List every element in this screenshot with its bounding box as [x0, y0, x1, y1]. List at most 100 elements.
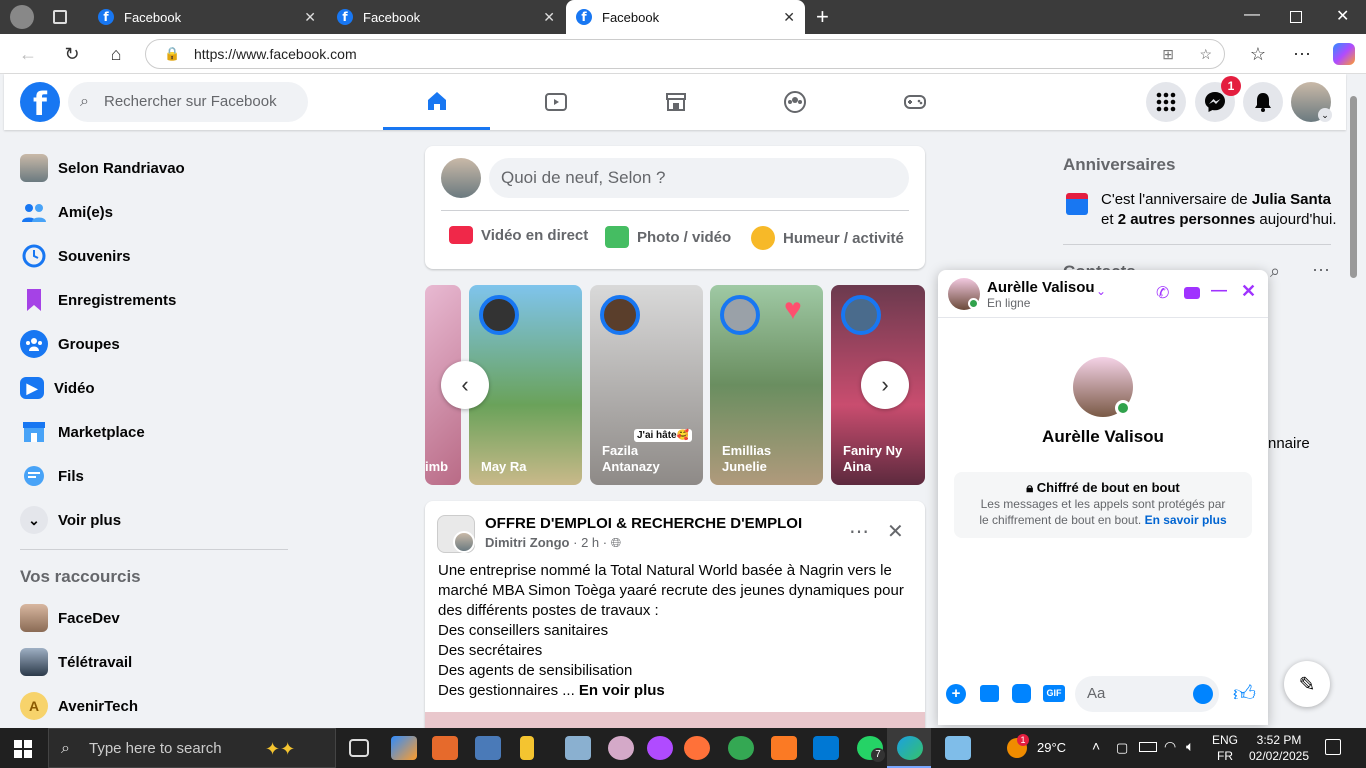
- favorites-icon[interactable]: ☆: [1246, 42, 1270, 66]
- app-icon[interactable]: [565, 736, 591, 760]
- story-card[interactable]: J'ai hâte🥰 Fazila Antanazy: [590, 285, 703, 485]
- restore-icon[interactable]: [1290, 11, 1302, 23]
- sidebar-item-saved[interactable]: Enregistrements: [20, 280, 176, 320]
- hide-post-icon[interactable]: ✕: [887, 519, 904, 544]
- volume-icon[interactable]: 🔈︎: [1186, 738, 1194, 755]
- browser-tab[interactable]: f Facebook ✕: [88, 0, 326, 34]
- sticker-icon[interactable]: [1012, 684, 1031, 703]
- close-tab-icon[interactable]: ✕: [783, 9, 795, 26]
- taskbar-search-input[interactable]: ⌕ Type here to search ✦✦: [48, 728, 336, 768]
- photo-video-button[interactable]: Photo / vidéo: [605, 226, 731, 248]
- chrome-icon[interactable]: [728, 736, 754, 760]
- new-message-button[interactable]: ✎: [1284, 661, 1330, 707]
- close-chat-icon[interactable]: ✕: [1241, 281, 1256, 302]
- sidebar-item-feeds[interactable]: Fils: [20, 456, 84, 496]
- sidebar-profile[interactable]: Selon Randriavao: [20, 148, 185, 188]
- browser-tab[interactable]: f Facebook ✕: [327, 0, 565, 34]
- firefox-icon[interactable]: [684, 736, 710, 760]
- media-player-icon[interactable]: [647, 736, 673, 760]
- notifications-button[interactable]: [1243, 82, 1283, 122]
- nav-video-tab[interactable]: [502, 74, 609, 130]
- post-author[interactable]: Dimitri Zongo: [485, 535, 570, 550]
- contacts-options-icon[interactable]: ⋯: [1312, 260, 1330, 281]
- sidebar-item-friends[interactable]: Ami(e)s: [20, 192, 113, 232]
- browser-tab-active[interactable]: f Facebook ✕: [566, 0, 805, 34]
- stories-prev-button[interactable]: ‹: [441, 361, 489, 409]
- copilot-icon[interactable]: [1333, 43, 1355, 65]
- profile-icon[interactable]: [10, 5, 34, 29]
- nav-gaming-tab[interactable]: [861, 74, 968, 130]
- page-scrollbar[interactable]: [1347, 80, 1359, 720]
- account-chevron-icon[interactable]: ⌄: [1318, 108, 1332, 122]
- contacts-search-icon[interactable]: ⌕: [1270, 261, 1280, 282]
- author-avatar[interactable]: [453, 531, 475, 553]
- message-input[interactable]: Aa: [1075, 676, 1219, 712]
- scrollbar-thumb[interactable]: [1350, 96, 1357, 278]
- wifi-icon[interactable]: ◠: [1164, 738, 1176, 755]
- windows-start-icon[interactable]: [14, 740, 32, 758]
- see-more-link[interactable]: En voir plus: [579, 682, 665, 699]
- stories-next-button[interactable]: ›: [861, 361, 909, 409]
- sidebar-see-more[interactable]: ⌄ Voir plus: [20, 500, 121, 540]
- birthday-text[interactable]: C'est l'anniversaire de Julia Santa et 2…: [1101, 190, 1341, 230]
- close-window-icon[interactable]: ✕: [1336, 6, 1349, 26]
- tab-actions-icon[interactable]: [53, 10, 67, 24]
- xampp-icon[interactable]: [771, 736, 797, 760]
- edge-icon[interactable]: [897, 736, 923, 760]
- favorite-star-icon[interactable]: ☆: [1199, 40, 1212, 68]
- chat-name[interactable]: Aurèlle Valisou: [987, 279, 1095, 296]
- more-options-icon[interactable]: ⋯: [1290, 42, 1314, 66]
- notepad-icon[interactable]: [945, 736, 971, 760]
- close-tab-icon[interactable]: ✕: [304, 9, 316, 26]
- url-input[interactable]: 🔒 https://www.facebook.com ⊞ ☆: [145, 39, 1225, 69]
- nav-marketplace-tab[interactable]: [622, 74, 729, 130]
- composer-input[interactable]: Quoi de neuf, Selon ?: [489, 158, 909, 198]
- minimize-icon[interactable]: —: [1244, 6, 1260, 24]
- app-icon[interactable]: [475, 736, 501, 760]
- nav-home-tab[interactable]: [383, 74, 490, 130]
- site-info-icon[interactable]: 🔒: [164, 40, 180, 68]
- tray-chevron-icon[interactable]: ˄: [1092, 738, 1100, 754]
- live-video-button[interactable]: Vidéo en direct: [449, 226, 588, 244]
- nav-groups-tab[interactable]: [741, 74, 848, 130]
- post-options-icon[interactable]: ⋯: [849, 519, 869, 544]
- new-tab-icon[interactable]: +: [816, 4, 829, 30]
- battery-icon[interactable]: [1139, 742, 1157, 752]
- close-tab-icon[interactable]: ✕: [543, 9, 555, 26]
- learn-more-link[interactable]: En savoir plus: [1145, 513, 1227, 527]
- call-icon[interactable]: ✆: [1156, 283, 1169, 303]
- sidebar-item-video[interactable]: ▶ Vidéo: [20, 368, 95, 408]
- calculator-icon[interactable]: [432, 736, 458, 760]
- menu-button[interactable]: [1146, 82, 1186, 122]
- post-image[interactable]: [425, 712, 925, 728]
- shortcut-item[interactable]: Télétravail: [20, 642, 132, 682]
- sidebar-item-memories[interactable]: Souvenirs: [20, 236, 131, 276]
- post-time[interactable]: 2 h: [581, 535, 599, 550]
- home-icon[interactable]: ⌂: [104, 42, 128, 66]
- shortcut-item[interactable]: A AvenirTech: [20, 686, 138, 726]
- task-view-icon[interactable]: [349, 739, 369, 757]
- chat-menu-chevron-icon[interactable]: ⌄: [1096, 284, 1106, 298]
- video-call-icon[interactable]: [1184, 287, 1200, 299]
- sidebar-item-marketplace[interactable]: Marketplace: [20, 412, 145, 452]
- refresh-icon[interactable]: ↻: [60, 42, 84, 66]
- messenger-button[interactable]: 1: [1195, 76, 1241, 122]
- facebook-logo-icon[interactable]: f: [20, 82, 60, 123]
- clock[interactable]: 3:52 PM 02/02/2025: [1246, 732, 1312, 764]
- notification-center-icon[interactable]: [1325, 739, 1341, 755]
- language-indicator[interactable]: ENG FR: [1212, 732, 1238, 764]
- paint-icon[interactable]: [608, 736, 634, 760]
- tray-app-icon[interactable]: ▢: [1116, 740, 1128, 756]
- post-group-name[interactable]: OFFRE D'EMPLOI & RECHERCHE D'EMPLOI: [485, 515, 802, 532]
- vscode-icon[interactable]: [813, 736, 839, 760]
- temperature[interactable]: 29°C: [1037, 740, 1066, 755]
- gif-icon[interactable]: GIF: [1043, 685, 1065, 702]
- gallery-icon[interactable]: [980, 685, 999, 702]
- story-card[interactable]: ♥ Emillias Junelie: [710, 285, 823, 485]
- minimize-chat-icon[interactable]: —: [1211, 282, 1227, 300]
- composer-avatar[interactable]: [441, 158, 481, 198]
- add-attachment-icon[interactable]: +: [946, 684, 966, 704]
- search-input[interactable]: ⌕ Rechercher sur Facebook: [68, 82, 308, 122]
- back-icon[interactable]: ←: [16, 42, 40, 66]
- like-thumb-icon[interactable]: 👍︎: [1233, 680, 1256, 707]
